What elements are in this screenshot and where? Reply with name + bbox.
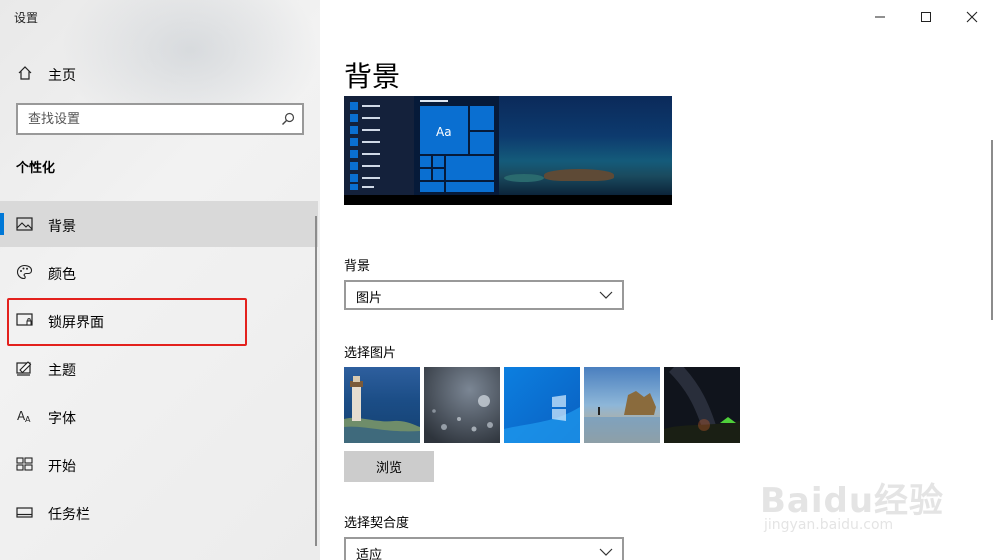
preview-island-shadow xyxy=(504,174,544,182)
preview-start-list xyxy=(344,96,414,205)
close-icon xyxy=(966,11,978,23)
picture-icon xyxy=(16,217,33,231)
background-type-dropdown[interactable]: 图片 xyxy=(344,280,624,310)
close-button[interactable] xyxy=(949,4,995,30)
start-menu-icons xyxy=(350,102,380,190)
background-type-value: 图片 xyxy=(356,291,383,306)
home-icon xyxy=(18,66,32,80)
font-icon: A A xyxy=(17,409,31,424)
sidebar-item-taskbar[interactable]: 任务栏 xyxy=(0,489,318,535)
sidebar-item-fonts[interactable]: A A 字体 xyxy=(0,393,318,439)
start-tiles: Aa xyxy=(420,100,494,192)
chevron-down-icon xyxy=(599,548,613,556)
picture-thumbnails xyxy=(344,367,744,443)
svg-text:A: A xyxy=(25,415,31,424)
maximize-icon xyxy=(921,12,931,22)
sidebar-scrollbar[interactable] xyxy=(315,216,317,546)
sidebar-item-colors[interactable]: 颜色 xyxy=(0,249,318,295)
sidebar-item-themes[interactable]: 主题 xyxy=(0,345,318,391)
fit-dropdown[interactable]: 适应 xyxy=(344,537,624,560)
fit-label: 选择契合度 xyxy=(344,516,410,531)
sidebar-item-lock-screen[interactable]: 锁屏界面 xyxy=(0,297,318,343)
background-preview: Aa xyxy=(344,96,672,205)
palette-icon xyxy=(16,264,33,280)
theme-icon xyxy=(16,361,32,376)
thumbnail-lighthouse[interactable] xyxy=(344,367,420,443)
section-title: 个性化 xyxy=(16,161,56,176)
sidebar-item-label: 背景 xyxy=(48,219,76,235)
fit-value: 适应 xyxy=(356,548,383,560)
browse-button[interactable]: 浏览 xyxy=(344,451,434,482)
sidebar-item-label: 主题 xyxy=(48,363,76,379)
sidebar-item-label: 字体 xyxy=(48,411,76,427)
home-nav-item[interactable]: 主页 xyxy=(0,58,320,88)
page-title: 背景 xyxy=(344,60,401,93)
sidebar-item-label: 锁屏界面 xyxy=(48,315,104,331)
main-content: 背景 Aa 背景 图片 选择图片 浏览 选择契合度 适应 xyxy=(320,0,995,560)
chevron-down-icon xyxy=(599,291,613,299)
background-label: 背景 xyxy=(344,259,371,274)
thumbnail-night-sky[interactable] xyxy=(664,367,740,443)
sidebar-item-start[interactable]: 开始 xyxy=(0,441,318,487)
sidebar-item-label: 开始 xyxy=(48,459,76,475)
preview-tile-text: Aa xyxy=(436,125,452,139)
sidebar-item-label: 任务栏 xyxy=(48,507,90,523)
search-input[interactable] xyxy=(18,105,268,133)
home-label: 主页 xyxy=(48,68,76,84)
sidebar: 设置 主页 个性化 背景 颜色 锁屏界面 xyxy=(0,0,320,560)
search-icon[interactable] xyxy=(281,112,295,126)
main-scrollbar[interactable] xyxy=(991,140,993,320)
preview-taskbar xyxy=(344,195,672,205)
minimize-icon xyxy=(875,16,885,18)
thumbnail-beach-rocks[interactable] xyxy=(584,367,660,443)
sidebar-item-background[interactable]: 背景 xyxy=(0,201,318,247)
start-icon xyxy=(16,457,33,471)
app-title: 设置 xyxy=(14,11,39,25)
search-box[interactable] xyxy=(16,103,304,135)
maximize-button[interactable] xyxy=(903,4,949,30)
taskbar-icon xyxy=(16,507,33,518)
choose-picture-label: 选择图片 xyxy=(344,346,397,361)
sidebar-item-label: 颜色 xyxy=(48,267,76,283)
preview-island xyxy=(544,169,614,181)
minimize-button[interactable] xyxy=(857,4,903,30)
thumbnail-water-drops[interactable] xyxy=(424,367,500,443)
thumbnail-windows-blue[interactable] xyxy=(504,367,580,443)
lock-screen-icon xyxy=(16,313,33,326)
